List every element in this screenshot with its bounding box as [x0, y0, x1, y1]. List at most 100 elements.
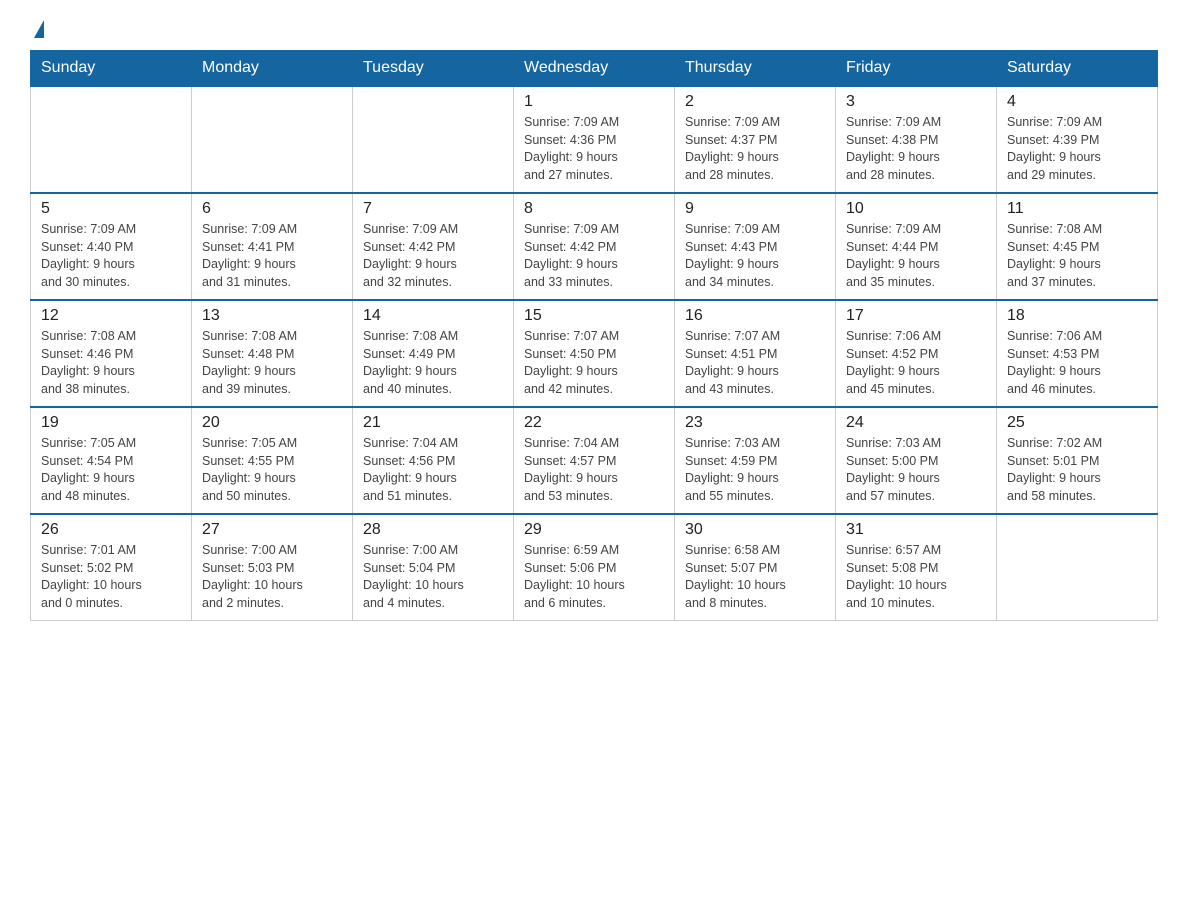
calendar-cell: 26Sunrise: 7:01 AM Sunset: 5:02 PM Dayli… [31, 514, 192, 621]
calendar-cell: 21Sunrise: 7:04 AM Sunset: 4:56 PM Dayli… [353, 407, 514, 514]
column-header-sunday: Sunday [31, 51, 192, 87]
day-info: Sunrise: 7:06 AM Sunset: 4:53 PM Dayligh… [1007, 328, 1147, 398]
day-number: 24 [846, 414, 986, 432]
calendar-week-row: 5 Sunrise: 7:09 AM Sunset: 4:40 PM Daylig… [31, 193, 1158, 300]
day-number: 16 [685, 307, 825, 325]
calendar-cell [192, 86, 353, 193]
day-info: Sunrise: 7:09 AM Sunset: 4:36 PM Dayligh… [524, 114, 664, 184]
day-number: 28 [363, 521, 503, 539]
calendar-week-row: 19 Sunrise: 7:05 AM Sunset: 4:54 PM Dayli… [31, 407, 1158, 514]
column-header-thursday: Thursday [675, 51, 836, 87]
day-number: 5 [41, 200, 181, 218]
day-number: 19 [41, 414, 181, 432]
column-header-tuesday: Tuesday [353, 51, 514, 87]
day-info: Sunrise: 7:03 AM Sunset: 4:59 PM Dayligh… [685, 435, 825, 505]
calendar-cell: 13 Sunrise: 7:08 AM Sunset: 4:48 PM Dayli… [192, 300, 353, 407]
day-info: Sunrise: 7:09 AM Sunset: 4:40 PM Dayligh… [41, 221, 181, 291]
logo-triangle-icon [34, 20, 44, 38]
column-header-wednesday: Wednesday [514, 51, 675, 87]
day-info: Sunrise: 7:08 AM Sunset: 4:49 PM Dayligh… [363, 328, 503, 398]
day-number: 2 [685, 93, 825, 111]
day-info: Sunrise: 7:07 AM Sunset: 4:50 PM Dayligh… [524, 328, 664, 398]
column-header-friday: Friday [836, 51, 997, 87]
calendar-cell: 6Sunrise: 7:09 AM Sunset: 4:41 PM Daylig… [192, 193, 353, 300]
day-number: 11 [1007, 200, 1147, 218]
day-info: Sunrise: 7:08 AM Sunset: 4:48 PM Dayligh… [202, 328, 342, 398]
calendar-cell: 22 Sunrise: 7:04 AM Sunset: 4:57 PM Dayli… [514, 407, 675, 514]
day-number: 22 [524, 414, 664, 432]
day-number: 27 [202, 521, 342, 539]
calendar-cell: 7 Sunrise: 7:09 AM Sunset: 4:42 PM Daylig… [353, 193, 514, 300]
day-info: Sunrise: 7:09 AM Sunset: 4:39 PM Dayligh… [1007, 114, 1147, 184]
calendar-cell: 5 Sunrise: 7:09 AM Sunset: 4:40 PM Daylig… [31, 193, 192, 300]
calendar-cell: 1 Sunrise: 7:09 AM Sunset: 4:36 PM Daylig… [514, 86, 675, 193]
day-number: 18 [1007, 307, 1147, 325]
day-number: 17 [846, 307, 986, 325]
day-number: 7 [363, 200, 503, 218]
day-info: Sunrise: 7:09 AM Sunset: 4:44 PM Dayligh… [846, 221, 986, 291]
calendar-cell: 17 Sunrise: 7:06 AM Sunset: 4:52 PM Dayli… [836, 300, 997, 407]
day-info: Sunrise: 7:01 AM Sunset: 5:02 PM Dayligh… [41, 542, 181, 612]
day-number: 8 [524, 200, 664, 218]
day-info: Sunrise: 7:04 AM Sunset: 4:56 PM Dayligh… [363, 435, 503, 505]
day-number: 13 [202, 307, 342, 325]
day-number: 25 [1007, 414, 1147, 432]
day-number: 1 [524, 93, 664, 111]
day-info: Sunrise: 7:07 AM Sunset: 4:51 PM Dayligh… [685, 328, 825, 398]
day-info: Sunrise: 7:06 AM Sunset: 4:52 PM Dayligh… [846, 328, 986, 398]
day-info: Sunrise: 7:09 AM Sunset: 4:37 PM Dayligh… [685, 114, 825, 184]
day-info: Sunrise: 7:03 AM Sunset: 5:00 PM Dayligh… [846, 435, 986, 505]
day-number: 4 [1007, 93, 1147, 111]
logo [30, 20, 44, 40]
calendar-cell: 25 Sunrise: 7:02 AM Sunset: 5:01 PM Dayli… [997, 407, 1158, 514]
calendar-cell: 29Sunrise: 6:59 AM Sunset: 5:06 PM Dayli… [514, 514, 675, 621]
day-info: Sunrise: 7:09 AM Sunset: 4:42 PM Dayligh… [524, 221, 664, 291]
calendar-cell: 4 Sunrise: 7:09 AM Sunset: 4:39 PM Daylig… [997, 86, 1158, 193]
day-number: 15 [524, 307, 664, 325]
calendar-cell: 30Sunrise: 6:58 AM Sunset: 5:07 PM Dayli… [675, 514, 836, 621]
calendar-cell: 27Sunrise: 7:00 AM Sunset: 5:03 PM Dayli… [192, 514, 353, 621]
day-info: Sunrise: 6:57 AM Sunset: 5:08 PM Dayligh… [846, 542, 986, 612]
day-info: Sunrise: 7:09 AM Sunset: 4:43 PM Dayligh… [685, 221, 825, 291]
calendar-cell [997, 514, 1158, 621]
column-header-monday: Monday [192, 51, 353, 87]
calendar-header-row: SundayMondayTuesdayWednesdayThursdayFrid… [31, 51, 1158, 87]
calendar-cell [353, 86, 514, 193]
calendar-cell: 12 Sunrise: 7:08 AM Sunset: 4:46 PM Dayli… [31, 300, 192, 407]
calendar-week-row: 12 Sunrise: 7:08 AM Sunset: 4:46 PM Dayli… [31, 300, 1158, 407]
calendar-cell: 24 Sunrise: 7:03 AM Sunset: 5:00 PM Dayli… [836, 407, 997, 514]
day-number: 10 [846, 200, 986, 218]
page-header [30, 20, 1158, 40]
day-info: Sunrise: 6:59 AM Sunset: 5:06 PM Dayligh… [524, 542, 664, 612]
calendar-cell: 28 Sunrise: 7:00 AM Sunset: 5:04 PM Dayli… [353, 514, 514, 621]
day-number: 9 [685, 200, 825, 218]
calendar-cell [31, 86, 192, 193]
day-number: 12 [41, 307, 181, 325]
day-info: Sunrise: 7:09 AM Sunset: 4:41 PM Dayligh… [202, 221, 342, 291]
calendar-cell: 15 Sunrise: 7:07 AM Sunset: 4:50 PM Dayli… [514, 300, 675, 407]
day-info: Sunrise: 7:05 AM Sunset: 4:54 PM Dayligh… [41, 435, 181, 505]
day-info: Sunrise: 6:58 AM Sunset: 5:07 PM Dayligh… [685, 542, 825, 612]
calendar-week-row: 26Sunrise: 7:01 AM Sunset: 5:02 PM Dayli… [31, 514, 1158, 621]
calendar-cell: 8 Sunrise: 7:09 AM Sunset: 4:42 PM Daylig… [514, 193, 675, 300]
calendar-cell: 19 Sunrise: 7:05 AM Sunset: 4:54 PM Dayli… [31, 407, 192, 514]
day-info: Sunrise: 7:05 AM Sunset: 4:55 PM Dayligh… [202, 435, 342, 505]
day-info: Sunrise: 7:04 AM Sunset: 4:57 PM Dayligh… [524, 435, 664, 505]
day-info: Sunrise: 7:08 AM Sunset: 4:46 PM Dayligh… [41, 328, 181, 398]
calendar-week-row: 1 Sunrise: 7:09 AM Sunset: 4:36 PM Daylig… [31, 86, 1158, 193]
calendar-cell: 11 Sunrise: 7:08 AM Sunset: 4:45 PM Dayli… [997, 193, 1158, 300]
day-info: Sunrise: 7:00 AM Sunset: 5:04 PM Dayligh… [363, 542, 503, 612]
column-header-saturday: Saturday [997, 51, 1158, 87]
calendar-cell: 9 Sunrise: 7:09 AM Sunset: 4:43 PM Daylig… [675, 193, 836, 300]
calendar-cell: 14Sunrise: 7:08 AM Sunset: 4:49 PM Dayli… [353, 300, 514, 407]
day-info: Sunrise: 7:09 AM Sunset: 4:38 PM Dayligh… [846, 114, 986, 184]
calendar-cell: 18 Sunrise: 7:06 AM Sunset: 4:53 PM Dayli… [997, 300, 1158, 407]
day-info: Sunrise: 7:02 AM Sunset: 5:01 PM Dayligh… [1007, 435, 1147, 505]
day-info: Sunrise: 7:09 AM Sunset: 4:42 PM Dayligh… [363, 221, 503, 291]
day-number: 20 [202, 414, 342, 432]
calendar-table: SundayMondayTuesdayWednesdayThursdayFrid… [30, 50, 1158, 621]
day-number: 3 [846, 93, 986, 111]
day-info: Sunrise: 7:08 AM Sunset: 4:45 PM Dayligh… [1007, 221, 1147, 291]
calendar-cell: 23Sunrise: 7:03 AM Sunset: 4:59 PM Dayli… [675, 407, 836, 514]
calendar-cell: 3 Sunrise: 7:09 AM Sunset: 4:38 PM Daylig… [836, 86, 997, 193]
